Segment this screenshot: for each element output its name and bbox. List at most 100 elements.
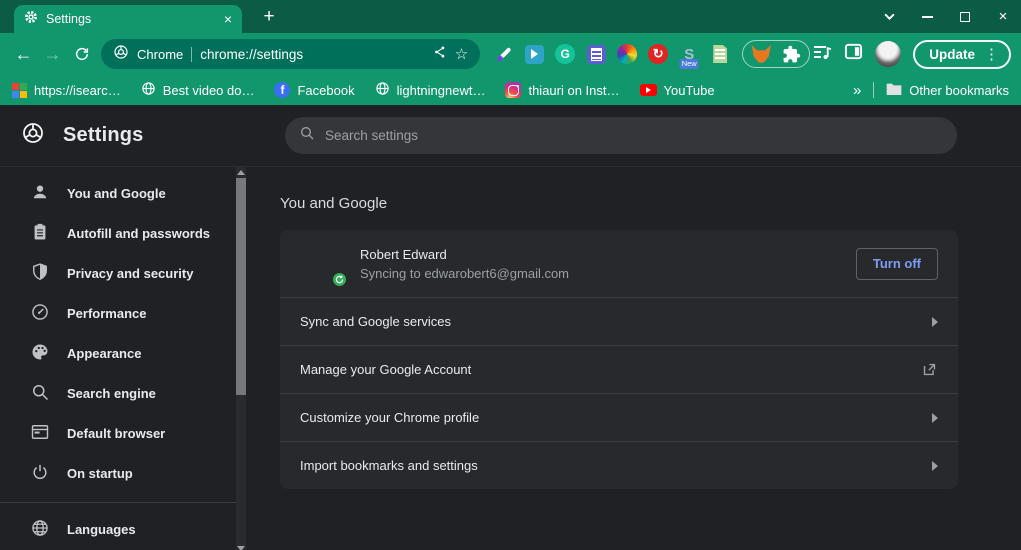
download-manager-extension-icon[interactable] bbox=[523, 43, 545, 65]
sidebar-item-autofill[interactable]: Autofill and passwords bbox=[0, 213, 250, 253]
clipboard-icon bbox=[30, 222, 50, 245]
globe-favicon bbox=[375, 81, 390, 99]
green-doc-extension-icon[interactable] bbox=[709, 43, 731, 65]
browser-toolbar: ← → Chrome chrome://settings ☆ G ↻ S New… bbox=[0, 33, 1021, 75]
sync-status: Syncing to edwarobert6@gmail.com bbox=[360, 265, 570, 281]
bookmark-best-video[interactable]: Best video do… bbox=[141, 81, 254, 99]
omnibox-separator bbox=[191, 46, 193, 62]
bookmarks-right-cluster: » Other bookmarks bbox=[853, 82, 1009, 99]
page-title: Settings bbox=[63, 124, 144, 146]
sidebar-item-performance[interactable]: Performance bbox=[0, 293, 250, 333]
share-icon[interactable] bbox=[433, 45, 447, 64]
gear-icon bbox=[24, 10, 38, 29]
sidebar-divider bbox=[0, 502, 236, 503]
search-input[interactable] bbox=[325, 128, 943, 143]
bookmark-isearch[interactable]: https://isearc… bbox=[12, 82, 121, 98]
account-avatar bbox=[300, 242, 348, 288]
sidebar-item-search-engine[interactable]: Search engine bbox=[0, 373, 250, 413]
url-text: chrome://settings bbox=[200, 46, 304, 62]
settings-body: You and Google Autofill and passwords Pr… bbox=[0, 167, 1021, 550]
tab-close-icon[interactable]: × bbox=[224, 12, 232, 26]
youtube-favicon bbox=[639, 84, 657, 96]
menu-kebab-icon[interactable]: ⋮ bbox=[984, 45, 999, 63]
chrome-logo-icon bbox=[113, 44, 129, 65]
bookmarks-overflow-button[interactable]: » bbox=[853, 82, 861, 99]
settings-search-box[interactable] bbox=[285, 117, 957, 154]
browser-window: Settings × + × ← → Chrome chrome://setti… bbox=[0, 0, 1021, 550]
toolbar-right-cluster: Update ⋮ bbox=[812, 39, 1011, 69]
media-controls-icon[interactable] bbox=[812, 42, 832, 67]
settings-main: You and Google Robert Edward Syncing to … bbox=[250, 167, 1021, 550]
bookmark-facebook[interactable]: f Facebook bbox=[274, 82, 355, 98]
minimize-button[interactable] bbox=[919, 9, 935, 25]
scrollbar-down-arrow[interactable] bbox=[237, 546, 245, 550]
maximize-button[interactable] bbox=[957, 9, 973, 25]
profile-avatar[interactable] bbox=[875, 41, 902, 67]
side-panel-icon[interactable] bbox=[844, 42, 863, 66]
bookmark-youtube[interactable]: YouTube bbox=[639, 83, 715, 98]
row-customize-chrome-profile[interactable]: Customize your Chrome profile bbox=[280, 393, 958, 441]
power-icon bbox=[30, 462, 50, 485]
window-controls: × bbox=[881, 0, 1011, 33]
red-swirl-extension-icon[interactable]: ↻ bbox=[647, 43, 669, 65]
bookmark-star-icon[interactable]: ☆ bbox=[455, 45, 468, 63]
scrollbar[interactable] bbox=[236, 167, 246, 550]
scrollbar-thumb[interactable] bbox=[236, 178, 246, 395]
new-tab-button[interactable]: + bbox=[256, 4, 282, 30]
search-icon bbox=[299, 125, 315, 146]
bookmark-lightningnewt[interactable]: lightningnewt… bbox=[375, 81, 485, 99]
other-bookmarks-button[interactable]: Other bookmarks bbox=[886, 82, 1009, 99]
globe-favicon bbox=[141, 81, 156, 99]
new-badge: New bbox=[679, 59, 699, 69]
metamask-extension-icon[interactable] bbox=[750, 43, 772, 65]
tab-settings[interactable]: Settings × bbox=[14, 5, 242, 33]
account-name: Robert Edward bbox=[360, 246, 447, 262]
back-button[interactable]: ← bbox=[10, 40, 37, 68]
reload-button[interactable] bbox=[68, 40, 95, 68]
pen-extension-icon[interactable] bbox=[492, 43, 514, 65]
update-button[interactable]: Update ⋮ bbox=[913, 39, 1011, 69]
sync-profile-row: Robert Edward Syncing to edwarobert6@gma… bbox=[280, 230, 958, 297]
bookmarks-bar: https://isearc… Best video do… f Faceboo… bbox=[0, 75, 1021, 105]
facebook-favicon: f bbox=[274, 82, 291, 98]
shield-icon bbox=[30, 262, 50, 285]
scrollbar-up-arrow[interactable] bbox=[237, 170, 245, 175]
sidebar-item-you-and-google[interactable]: You and Google bbox=[0, 173, 250, 213]
grammarly-extension-icon[interactable]: G bbox=[554, 43, 576, 65]
color-wheel-extension-icon[interactable] bbox=[616, 43, 638, 65]
sidebar-item-privacy[interactable]: Privacy and security bbox=[0, 253, 250, 293]
tab-title: Settings bbox=[46, 12, 92, 26]
folder-icon bbox=[886, 82, 902, 99]
row-sync-and-google-services[interactable]: Sync and Google services bbox=[280, 297, 958, 345]
bookmarks-divider bbox=[873, 82, 875, 98]
palette-icon bbox=[30, 342, 50, 365]
extensions-puzzle-icon[interactable] bbox=[780, 43, 802, 65]
tab-search-chevron-icon[interactable] bbox=[881, 9, 897, 25]
tab-strip: Settings × + × bbox=[0, 0, 1021, 33]
close-window-button[interactable]: × bbox=[995, 9, 1011, 25]
pinned-extensions-group bbox=[742, 40, 811, 68]
update-label: Update bbox=[929, 46, 975, 62]
forward-button[interactable]: → bbox=[39, 40, 66, 68]
external-link-icon bbox=[921, 361, 938, 378]
speedometer-icon bbox=[30, 302, 50, 325]
address-bar[interactable]: Chrome chrome://settings ☆ bbox=[101, 39, 481, 69]
magnifier-icon bbox=[30, 382, 50, 405]
mosaic-favicon bbox=[12, 82, 27, 98]
sidebar-item-languages[interactable]: Languages bbox=[0, 509, 250, 549]
turn-off-button[interactable]: Turn off bbox=[855, 247, 938, 280]
subpage-arrow-icon bbox=[932, 316, 938, 327]
account-texts: Robert Edward Syncing to edwarobert6@gma… bbox=[360, 247, 569, 281]
row-manage-google-account[interactable]: Manage your Google Account bbox=[280, 345, 958, 393]
sidebar-item-appearance[interactable]: Appearance bbox=[0, 333, 250, 373]
settings-sidebar: You and Google Autofill and passwords Pr… bbox=[0, 167, 250, 550]
s-extension-icon[interactable]: S New bbox=[678, 43, 700, 69]
sidebar-item-on-startup[interactable]: On startup bbox=[0, 453, 250, 493]
browser-window-icon bbox=[30, 422, 50, 445]
sidebar-item-default-browser[interactable]: Default browser bbox=[0, 413, 250, 453]
settings-header: Settings bbox=[0, 105, 1021, 167]
bookmark-instagram[interactable]: thiauri on Inst… bbox=[505, 82, 620, 98]
subpage-arrow-icon bbox=[932, 460, 938, 471]
row-import-bookmarks[interactable]: Import bookmarks and settings bbox=[280, 441, 958, 489]
notes-extension-icon[interactable] bbox=[585, 43, 607, 65]
